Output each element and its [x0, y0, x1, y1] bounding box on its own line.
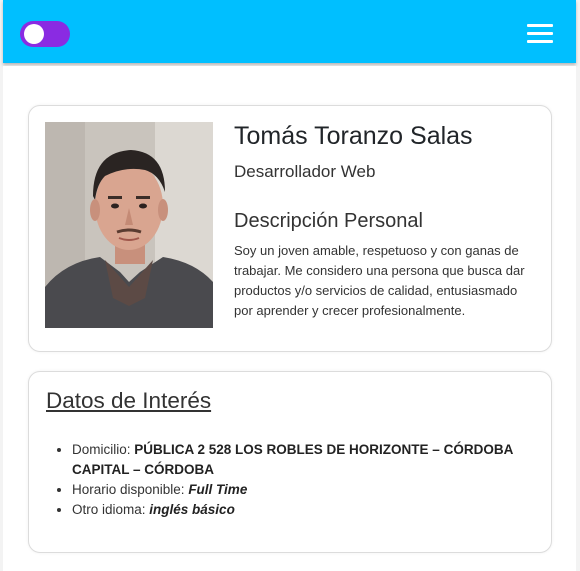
profile-card: Tomás Toranzo Salas Desarrollador Web De…: [28, 105, 552, 352]
language-label: Otro idioma:: [72, 502, 150, 517]
list-item: Horario disponible: Full Time: [72, 480, 552, 500]
profile-role: Desarrollador Web: [234, 162, 376, 181]
hamburger-menu-icon[interactable]: [527, 23, 553, 43]
address-value: PÚBLICA 2 528 LOS ROBLES DE HORIZONTE – …: [72, 442, 513, 477]
main-content: Tomás Toranzo Salas Desarrollador Web De…: [3, 66, 576, 571]
toggle-knob: [24, 24, 44, 44]
schedule-value: Full Time: [188, 482, 248, 497]
description-text: Soy un joven amable, respetuoso y con ga…: [234, 243, 525, 318]
description-title: Descripción Personal: [234, 210, 423, 232]
language-value: inglés básico: [149, 502, 235, 517]
interest-card: Datos de Interés Domicilio: PÚBLICA 2 52…: [28, 371, 552, 553]
list-item: Otro idioma: inglés básico: [72, 500, 552, 520]
profile-name: Tomás Toranzo Salas: [234, 122, 473, 150]
theme-toggle-switch[interactable]: [20, 21, 70, 47]
interest-title: Datos de Interés: [46, 388, 212, 413]
profile-photo: [45, 122, 213, 328]
schedule-label: Horario disponible:: [72, 482, 189, 497]
list-item: Domicilio: PÚBLICA 2 528 LOS ROBLES DE H…: [72, 440, 552, 480]
address-label: Domicilio:: [72, 442, 135, 457]
navbar: [3, 0, 576, 63]
interest-list: Domicilio: PÚBLICA 2 528 LOS ROBLES DE H…: [46, 440, 552, 520]
